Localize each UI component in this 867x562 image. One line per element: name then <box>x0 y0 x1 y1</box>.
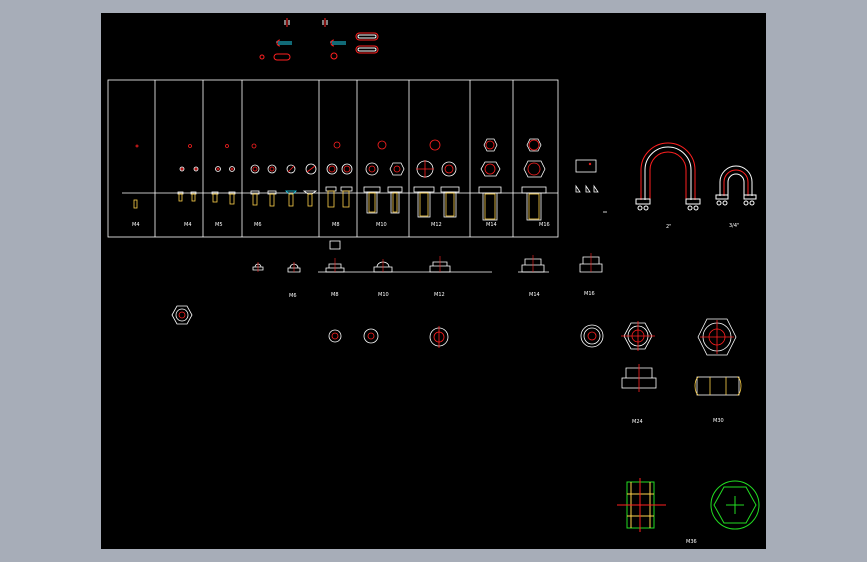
table-label-4: M8 <box>332 222 340 228</box>
table-label-2: M5 <box>215 222 223 228</box>
washer-row <box>171 305 737 356</box>
top-small-parts <box>259 18 379 61</box>
nut-label-5: M16 <box>584 291 595 297</box>
nut-row-labels: M6 M8 M10 M12 M14 M16 <box>289 291 595 299</box>
u-bolt-small-label: 3/4" <box>729 223 739 229</box>
surface-finish-symbols <box>575 159 607 213</box>
table-label-5: M10 <box>376 222 387 228</box>
bolt-size-table <box>107 79 559 238</box>
nut-m36-top <box>710 480 760 530</box>
nut-m36-side <box>617 478 666 532</box>
nut-label-1: M8 <box>331 292 339 298</box>
table-label-3: M6 <box>254 222 262 228</box>
nut-label-2: M10 <box>378 292 389 298</box>
table-label-0: M4 <box>132 222 140 228</box>
label-m24: M24 <box>632 419 643 425</box>
nut-label-0: M6 <box>289 293 297 299</box>
table-labels: M4 M4 M5 M6 M8 M10 M12 M14 M16 <box>132 222 550 228</box>
nut-label-4: M14 <box>529 292 540 298</box>
u-bolt-large-label: 2" <box>666 224 671 230</box>
table-label-6: M12 <box>431 222 442 228</box>
table-label-7: M14 <box>486 222 497 228</box>
table-top-views <box>135 138 542 152</box>
table-head-row <box>179 160 546 178</box>
cad-drawing: M4 M4 M5 M6 M8 M10 M12 M14 M16 2" 3/4" M… <box>107 18 760 545</box>
u-bolt-large <box>635 142 701 211</box>
nut-m30 <box>694 376 742 396</box>
nut-row <box>252 240 603 273</box>
nut-label-3: M12 <box>434 292 445 298</box>
table-label-1: M4 <box>184 222 192 228</box>
table-bolt-profiles <box>133 186 547 221</box>
label-m30: M30 <box>713 418 724 424</box>
nut-m24 <box>621 364 657 392</box>
u-bolt-small <box>715 165 757 206</box>
table-label-8: M16 <box>539 222 550 228</box>
label-m36: M36 <box>686 539 697 545</box>
